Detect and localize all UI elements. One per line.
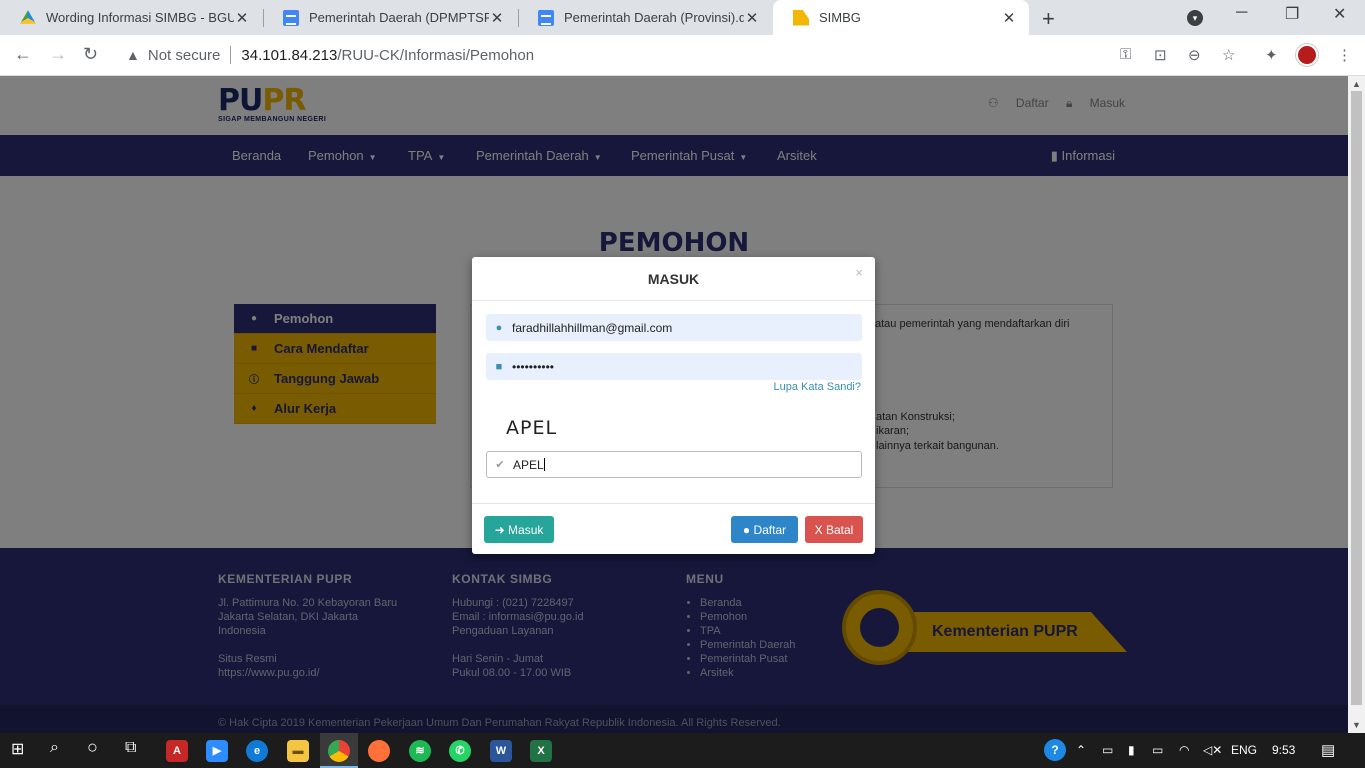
- text-cursor: [543, 458, 545, 471]
- user-icon: ●: [742, 522, 751, 537]
- tab-title: Wording Informasi SIMBG - BGU: [46, 10, 234, 25]
- excel-icon[interactable]: X: [530, 740, 552, 762]
- bookmark-star-icon[interactable]: ☆: [1222, 46, 1235, 64]
- profile-avatar[interactable]: [1296, 44, 1318, 66]
- modal-title: MASUK: [647, 271, 700, 287]
- modal-footer: ➜ Masuk ● Daftar X Batal: [472, 503, 875, 554]
- google-docs-icon: [283, 9, 299, 26]
- menu-dots-icon[interactable]: ⋮: [1337, 46, 1352, 64]
- file-explorer-icon[interactable]: ▬: [287, 740, 309, 762]
- back-icon[interactable]: ←: [14, 44, 32, 65]
- user-icon: ●: [495, 321, 503, 334]
- modal-header: MASUK ×: [472, 257, 875, 301]
- zoom-app-icon[interactable]: ▶: [206, 740, 228, 762]
- wifi-icon[interactable]: ◠: [1179, 743, 1189, 757]
- zoom-icon[interactable]: ⊖: [1188, 46, 1201, 64]
- lock-icon: ■: [495, 360, 503, 373]
- browser-tab-active[interactable]: SIMBG ✕: [773, 0, 1029, 35]
- captcha-input[interactable]: ✔ APEL: [486, 451, 862, 478]
- language-indicator[interactable]: ENG: [1231, 743, 1257, 757]
- meet-now-icon[interactable]: ▭: [1102, 743, 1113, 757]
- browser-tab[interactable]: Wording Informasi SIMBG - BGU ✕: [0, 0, 262, 35]
- scroll-up-icon[interactable]: ▲: [1352, 79, 1361, 89]
- extensions-icon[interactable]: ✦: [1265, 46, 1278, 64]
- batal-button[interactable]: X Batal: [805, 516, 863, 543]
- password-value: ••••••••••: [512, 359, 555, 374]
- sign-in-icon: ➜: [494, 522, 505, 537]
- url-host: 34.101.84.213: [241, 46, 338, 64]
- tab-title: Pemerintah Daerah (DPMPTSP K: [309, 10, 489, 25]
- scroll-down-icon[interactable]: ▼: [1352, 720, 1361, 730]
- url-path: /RUU-CK/Informasi/Pemohon: [337, 46, 535, 64]
- cortana-icon[interactable]: ○: [87, 737, 98, 758]
- firefox-icon[interactable]: [368, 740, 390, 762]
- close-tab-icon[interactable]: ✕: [489, 9, 505, 27]
- tab-search-icon[interactable]: ▾: [1187, 10, 1203, 26]
- email-field[interactable]: ● faradhillahhillman@gmail.com: [486, 314, 862, 341]
- password-field[interactable]: ■ ••••••••••: [486, 353, 862, 380]
- windows-start-icon[interactable]: ⊞: [11, 739, 24, 759]
- minimize-icon[interactable]: ─: [1236, 4, 1247, 22]
- close-tab-icon[interactable]: ✕: [234, 9, 250, 27]
- close-icon[interactable]: ×: [855, 265, 863, 280]
- clock[interactable]: 9:53: [1272, 743, 1295, 757]
- notifications-icon[interactable]: ▤: [1321, 741, 1335, 759]
- button-label: X Batal: [814, 522, 854, 537]
- warning-icon: ▲: [126, 47, 140, 63]
- key-icon[interactable]: ⚿: [1120, 46, 1131, 63]
- google-docs-icon: [538, 9, 554, 26]
- check-icon: ✔: [495, 459, 505, 471]
- google-drive-icon: [20, 10, 36, 24]
- pupr-favicon: [793, 9, 809, 26]
- acrobat-icon[interactable]: A: [166, 740, 188, 762]
- button-label: Daftar: [753, 522, 787, 537]
- translate-icon[interactable]: ⊡: [1154, 46, 1167, 64]
- chrome-icon[interactable]: [328, 740, 350, 762]
- close-window-icon[interactable]: ✕: [1333, 4, 1346, 24]
- help-icon[interactable]: ?: [1044, 739, 1066, 761]
- task-view-icon[interactable]: ⧉: [125, 739, 136, 757]
- reload-icon[interactable]: ↻: [83, 44, 98, 65]
- omnibox[interactable]: ▲ Not secure 34.101.84.213/RUU-CK/Inform…: [114, 40, 1254, 70]
- new-tab-button[interactable]: +: [1042, 6, 1055, 32]
- security-label: Not secure: [147, 46, 221, 64]
- browser-tab[interactable]: Pemerintah Daerah (Provinsi).doc ✕: [518, 0, 772, 35]
- daftar-button[interactable]: ● Daftar: [731, 516, 798, 543]
- restore-icon[interactable]: ❐: [1285, 4, 1299, 24]
- browser-tab[interactable]: Pemerintah Daerah (DPMPTSP K ✕: [263, 0, 517, 35]
- close-tab-icon[interactable]: ✕: [1001, 9, 1017, 27]
- whatsapp-icon[interactable]: ✆: [449, 740, 471, 762]
- windows-taskbar: ⊞ ⌕ ○ ⧉ A ▶ e ▬ ≋ ✆ W X ? ⌃ ▭ ▮ ▭ ◠ ◁✕ E…: [0, 733, 1365, 768]
- forward-icon[interactable]: →: [49, 44, 67, 65]
- page-scrollbar[interactable]: ▲ ▼: [1348, 76, 1365, 733]
- captcha-image: APEL: [506, 417, 558, 439]
- captcha-value: APEL: [513, 457, 544, 472]
- url-text[interactable]: 34.101.84.213/RUU-CK/Informasi/Pemohon: [241, 47, 534, 64]
- microphone-icon[interactable]: ▮: [1128, 743, 1135, 757]
- masuk-button[interactable]: ➜ Masuk: [484, 516, 554, 543]
- battery-icon[interactable]: ▭: [1152, 743, 1163, 757]
- volume-muted-icon[interactable]: ◁✕: [1203, 743, 1222, 757]
- spotify-icon[interactable]: ≋: [409, 740, 431, 762]
- web-page: PUPR SIGAP MEMBANGUN NEGERI ⚇ Daftar 🔒︎ …: [0, 76, 1348, 733]
- tab-title: Pemerintah Daerah (Provinsi).doc: [564, 10, 744, 25]
- close-tab-icon[interactable]: ✕: [744, 9, 760, 27]
- omnibox-divider: [230, 46, 232, 64]
- edge-icon[interactable]: e: [246, 740, 268, 762]
- search-icon[interactable]: ⌕: [50, 739, 59, 757]
- chevron-up-icon[interactable]: ⌃: [1076, 743, 1086, 757]
- tab-title: SIMBG: [819, 10, 861, 25]
- word-icon[interactable]: W: [490, 740, 512, 762]
- email-value: faradhillahhillman@gmail.com: [512, 320, 673, 335]
- browser-tab-bar: Wording Informasi SIMBG - BGU ✕ Pemerint…: [0, 0, 1365, 35]
- forgot-password-link[interactable]: Lupa Kata Sandi?: [774, 381, 861, 393]
- login-modal: MASUK × ● faradhillahhillman@gmail.com ■…: [472, 257, 875, 554]
- button-label: Masuk: [508, 522, 544, 537]
- scrollbar-thumb[interactable]: [1351, 91, 1362, 705]
